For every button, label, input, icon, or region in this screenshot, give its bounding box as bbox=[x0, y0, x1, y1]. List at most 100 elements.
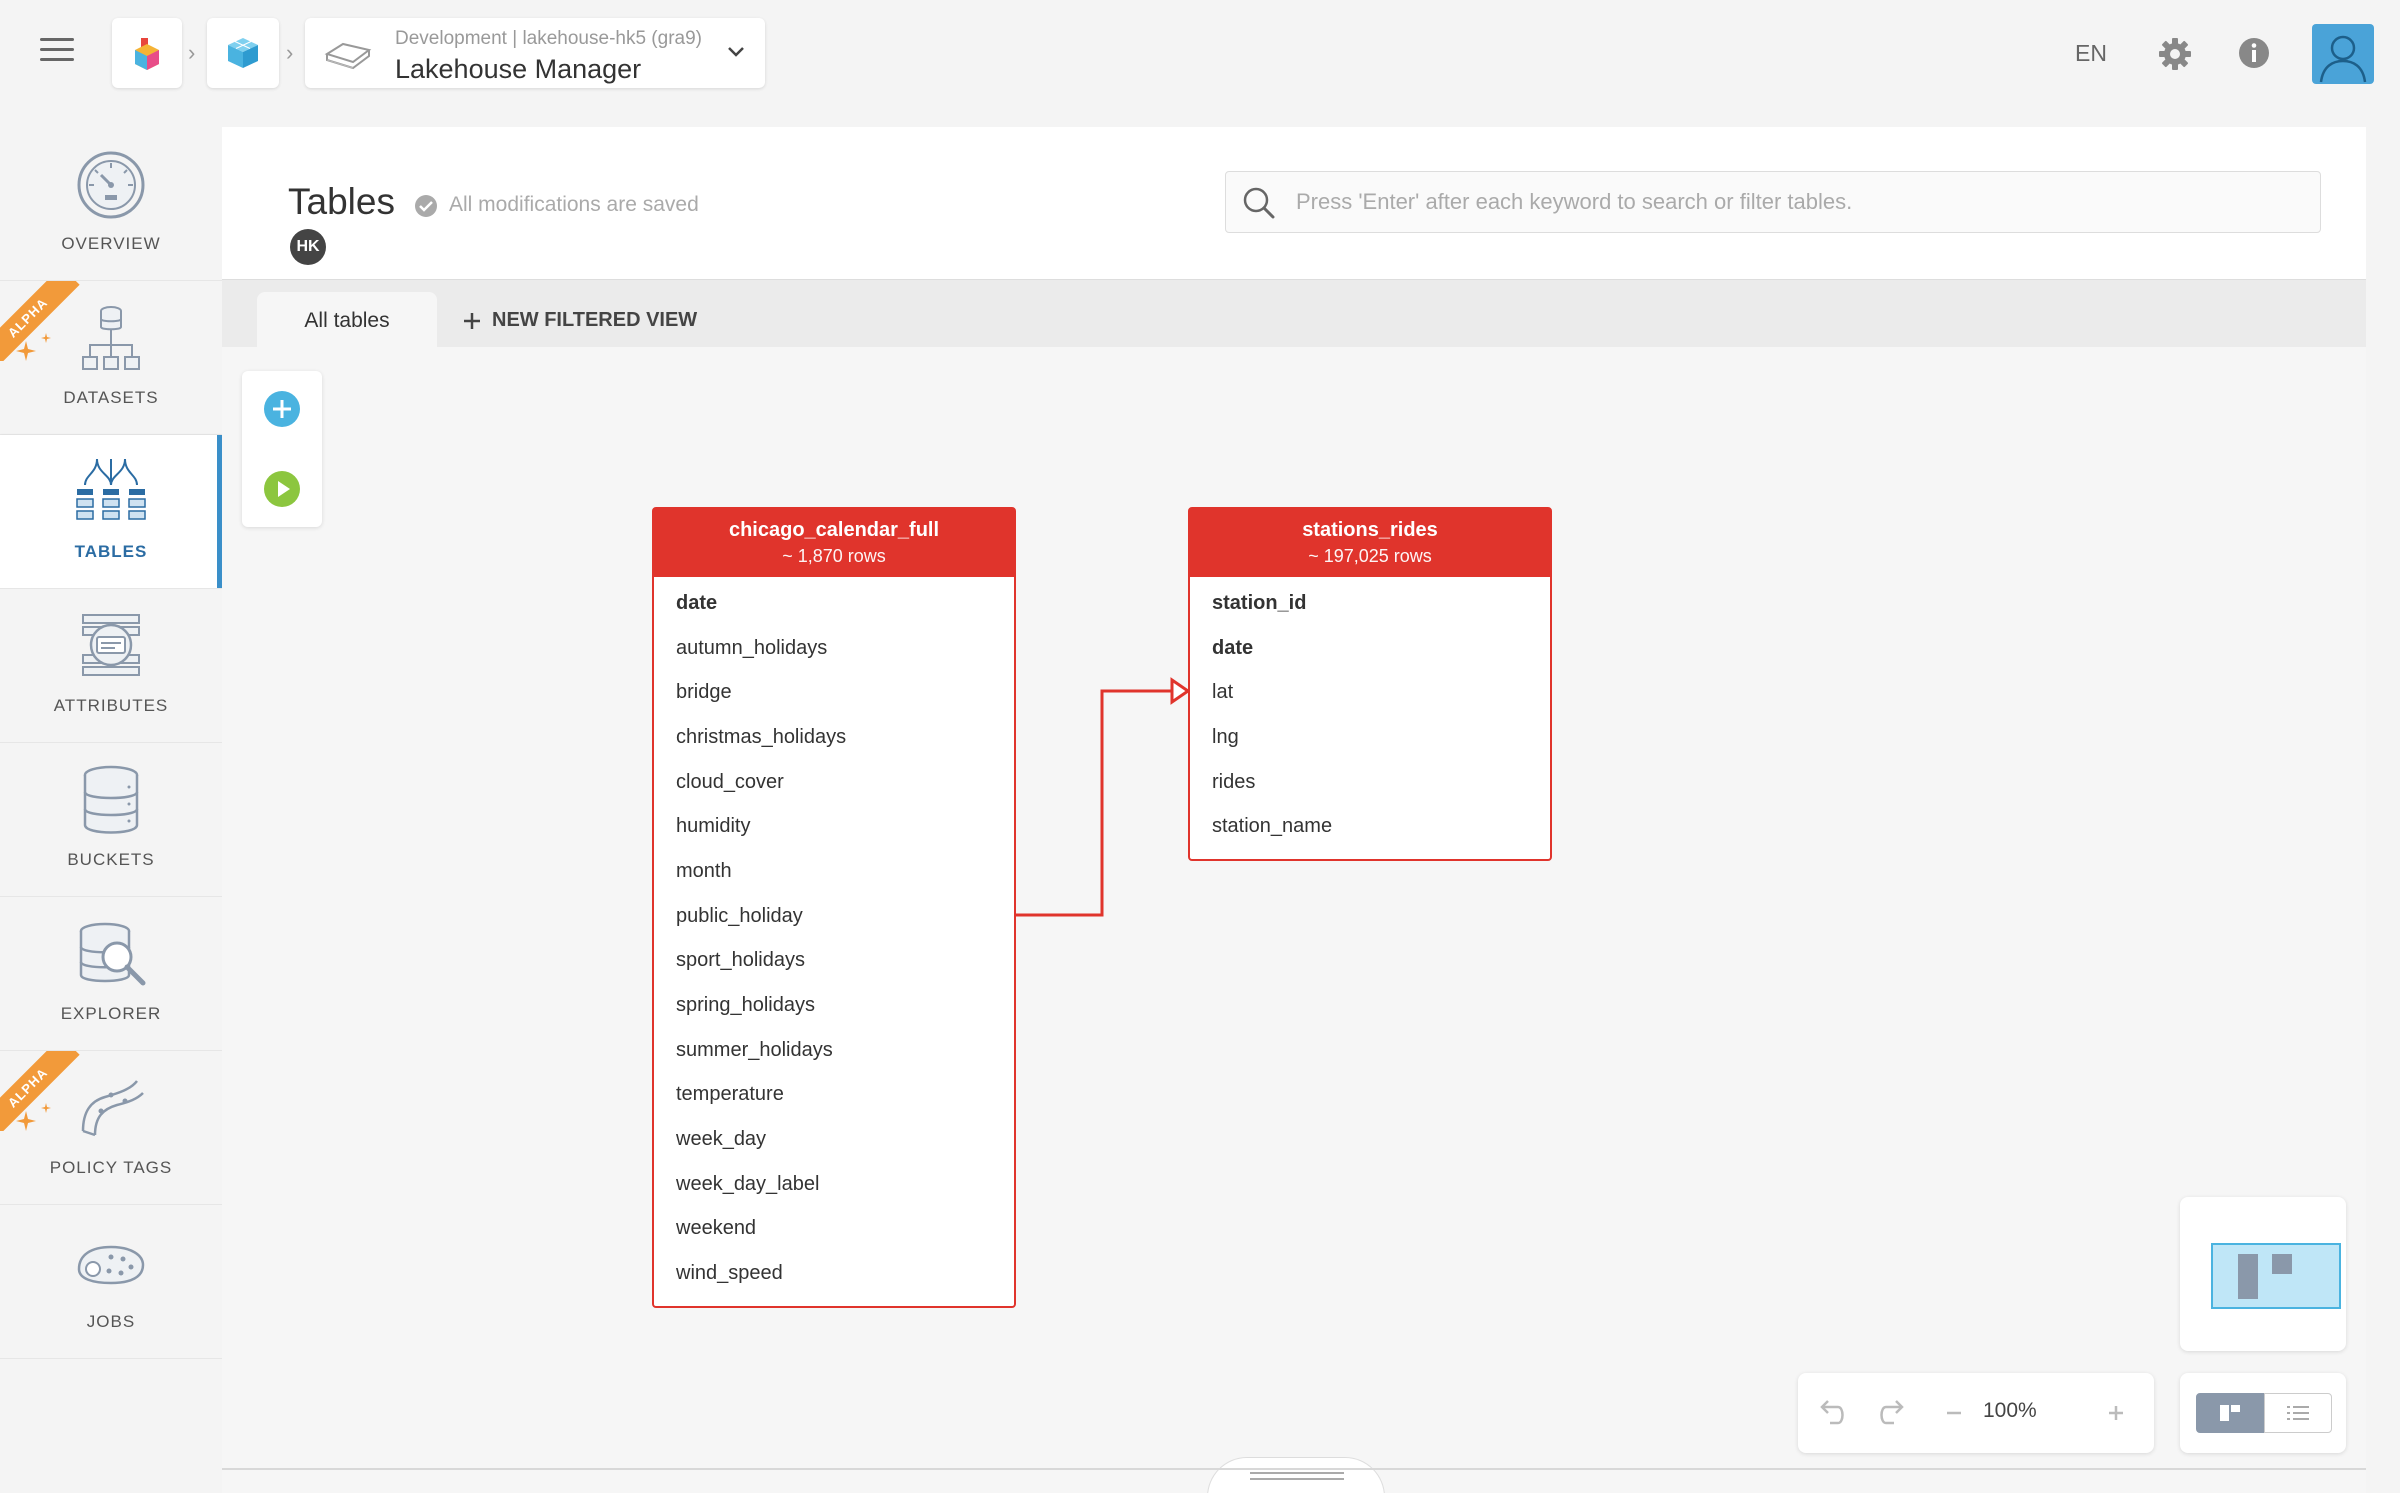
redo-icon[interactable] bbox=[1874, 1393, 1914, 1433]
zoom-in-icon[interactable] bbox=[2096, 1393, 2136, 1433]
list-view-icon bbox=[2287, 1406, 2309, 1420]
zoom-controls: 100% bbox=[1798, 1373, 2154, 1453]
schema-canvas[interactable]: chicago_calendar_full ~ 1,870 rows date … bbox=[222, 347, 2366, 1493]
sidebar-item-label: BUCKETS bbox=[67, 850, 155, 869]
table-column[interactable]: bridge bbox=[654, 670, 1014, 715]
new-filtered-view-label: NEW FILTERED VIEW bbox=[492, 309, 698, 331]
table-column[interactable]: date bbox=[654, 581, 1014, 626]
sidebar-item-overview[interactable]: OVERVIEW bbox=[0, 127, 222, 281]
sidebar-item-tables[interactable]: TABLES bbox=[0, 435, 222, 589]
sidebar-item-buckets[interactable]: BUCKETS bbox=[0, 743, 222, 897]
table-column[interactable]: month bbox=[654, 849, 1014, 894]
sidebar-item-label: POLICY TAGS bbox=[49, 1158, 173, 1177]
info-icon[interactable] bbox=[2237, 36, 2271, 70]
policy-tags-icon bbox=[81, 1080, 144, 1137]
datasets-icon bbox=[82, 306, 140, 370]
app-logo-icon bbox=[135, 38, 159, 70]
sidebar-item-label: JOBS bbox=[86, 1312, 136, 1331]
bottom-panel-handle[interactable] bbox=[1207, 1457, 1385, 1493]
menu-icon[interactable] bbox=[40, 38, 74, 66]
table-row-count: ~ 1,870 rows bbox=[782, 546, 886, 566]
table-column[interactable]: summer_holidays bbox=[654, 1028, 1014, 1073]
table-column[interactable]: station_id bbox=[1190, 581, 1550, 626]
table-header: stations_rides ~ 197,025 rows bbox=[1190, 509, 1550, 577]
table-column[interactable]: station_name bbox=[1190, 804, 1550, 849]
table-column[interactable]: lng bbox=[1190, 715, 1550, 760]
diagram-view-icon bbox=[2220, 1405, 2240, 1421]
table-column[interactable]: lat bbox=[1190, 670, 1550, 715]
zoom-level: 100% bbox=[1983, 1399, 2037, 1422]
language-switch[interactable]: EN bbox=[2075, 40, 2107, 67]
table-search[interactable] bbox=[1225, 171, 2321, 233]
save-status: All modifications are saved bbox=[449, 193, 699, 216]
table-column[interactable]: humidity bbox=[654, 804, 1014, 849]
sidebar-item-label: TABLES bbox=[74, 542, 148, 561]
zoom-out-icon[interactable] bbox=[1934, 1393, 1974, 1433]
chevron-down-icon bbox=[728, 47, 744, 57]
table-card[interactable]: stations_rides ~ 197,025 rows station_id… bbox=[1188, 507, 1552, 862]
workspace-button[interactable] bbox=[207, 18, 279, 88]
table-name: chicago_calendar_full bbox=[728, 519, 940, 541]
sidebar-item-jobs[interactable]: JOBS bbox=[0, 1205, 222, 1359]
app-logo-button[interactable] bbox=[112, 18, 182, 88]
table-column[interactable]: public_holiday bbox=[654, 894, 1014, 939]
table-column[interactable]: week_day_label bbox=[654, 1162, 1014, 1207]
tables-icon bbox=[76, 458, 146, 520]
diagram-view-button[interactable] bbox=[2196, 1393, 2264, 1433]
gear-icon[interactable] bbox=[2157, 36, 2193, 72]
tab-all-tables[interactable]: All tables bbox=[257, 292, 437, 349]
table-column[interactable]: christmas_holidays bbox=[654, 715, 1014, 760]
jobs-icon bbox=[77, 1245, 145, 1285]
table-column[interactable]: autumn_holidays bbox=[654, 626, 1014, 671]
top-bar: › › Development | lakehouse-hk5 (gra9) L… bbox=[0, 0, 2400, 110]
table-column[interactable]: temperature bbox=[654, 1073, 1014, 1118]
main-panel: Tables All modifications are saved HK Al… bbox=[222, 127, 2366, 1493]
project-selector[interactable]: Development | lakehouse-hk5 (gra9) Lakeh… bbox=[305, 18, 765, 88]
gauge-icon bbox=[77, 151, 145, 219]
project-name: Lakehouse Manager bbox=[395, 54, 642, 84]
project-environment: Development | lakehouse-hk5 (gra9) bbox=[395, 28, 702, 49]
new-filtered-view-button[interactable]: NEW FILTERED VIEW bbox=[462, 292, 697, 349]
sidebar-item-datasets[interactable]: ALPHA DATASETS bbox=[0, 281, 222, 435]
table-header: chicago_calendar_full ~ 1,870 rows bbox=[654, 509, 1014, 577]
view-tabs: All tables NEW FILTERED VIEW bbox=[222, 279, 2366, 349]
minimap[interactable] bbox=[2180, 1197, 2346, 1351]
table-column[interactable]: weekend bbox=[654, 1207, 1014, 1252]
divider bbox=[222, 1468, 2366, 1470]
sidebar-item-label: DATASETS bbox=[63, 388, 159, 407]
table-column[interactable]: spring_holidays bbox=[654, 983, 1014, 1028]
sidebar-item-label: OVERVIEW bbox=[61, 234, 161, 253]
explorer-icon bbox=[79, 922, 146, 986]
minimap-viewport bbox=[2211, 1243, 2341, 1309]
table-card[interactable]: chicago_calendar_full ~ 1,870 rows date … bbox=[652, 507, 1016, 1308]
search-input[interactable] bbox=[1296, 172, 2306, 232]
table-column[interactable]: sport_holidays bbox=[654, 939, 1014, 984]
check-circle-icon bbox=[415, 195, 437, 217]
undo-icon[interactable] bbox=[1810, 1393, 1850, 1433]
breadcrumb-separator: › bbox=[188, 40, 196, 65]
table-column[interactable]: rides bbox=[1190, 760, 1550, 805]
sparkle-icon bbox=[16, 1103, 51, 1131]
attributes-icon bbox=[82, 614, 140, 676]
plus-icon bbox=[464, 312, 480, 329]
table-column[interactable]: cloud_cover bbox=[654, 760, 1014, 805]
sidebar-item-explorer[interactable]: EXPLORER bbox=[0, 897, 222, 1051]
cube-icon bbox=[228, 38, 258, 68]
sparkle-icon bbox=[16, 333, 51, 361]
breadcrumb-separator: › bbox=[286, 40, 294, 65]
table-column[interactable]: wind_speed bbox=[654, 1251, 1014, 1296]
list-view-button[interactable] bbox=[2264, 1393, 2332, 1433]
user-avatar-icon[interactable] bbox=[2312, 24, 2374, 84]
sidebar-item-attributes[interactable]: ATTRIBUTES bbox=[0, 589, 222, 743]
table-column[interactable]: date bbox=[1190, 626, 1550, 671]
sidebar-item-label: EXPLORER bbox=[60, 1004, 162, 1023]
page-title: Tables bbox=[288, 181, 395, 222]
table-column[interactable]: week_day bbox=[654, 1117, 1014, 1162]
table-row-count: ~ 197,025 rows bbox=[1308, 546, 1432, 566]
search-icon bbox=[1243, 187, 1275, 219]
user-initials-avatar[interactable]: HK bbox=[290, 229, 326, 265]
sidebar-item-policy-tags[interactable]: ALPHA POLICY TAGS bbox=[0, 1051, 222, 1205]
database-icon bbox=[83, 765, 139, 834]
sidebar: OVERVIEW ALPHA DATASETS TABLES ATTRIBUTE… bbox=[0, 127, 222, 1359]
lakehouse-icon bbox=[324, 42, 372, 70]
